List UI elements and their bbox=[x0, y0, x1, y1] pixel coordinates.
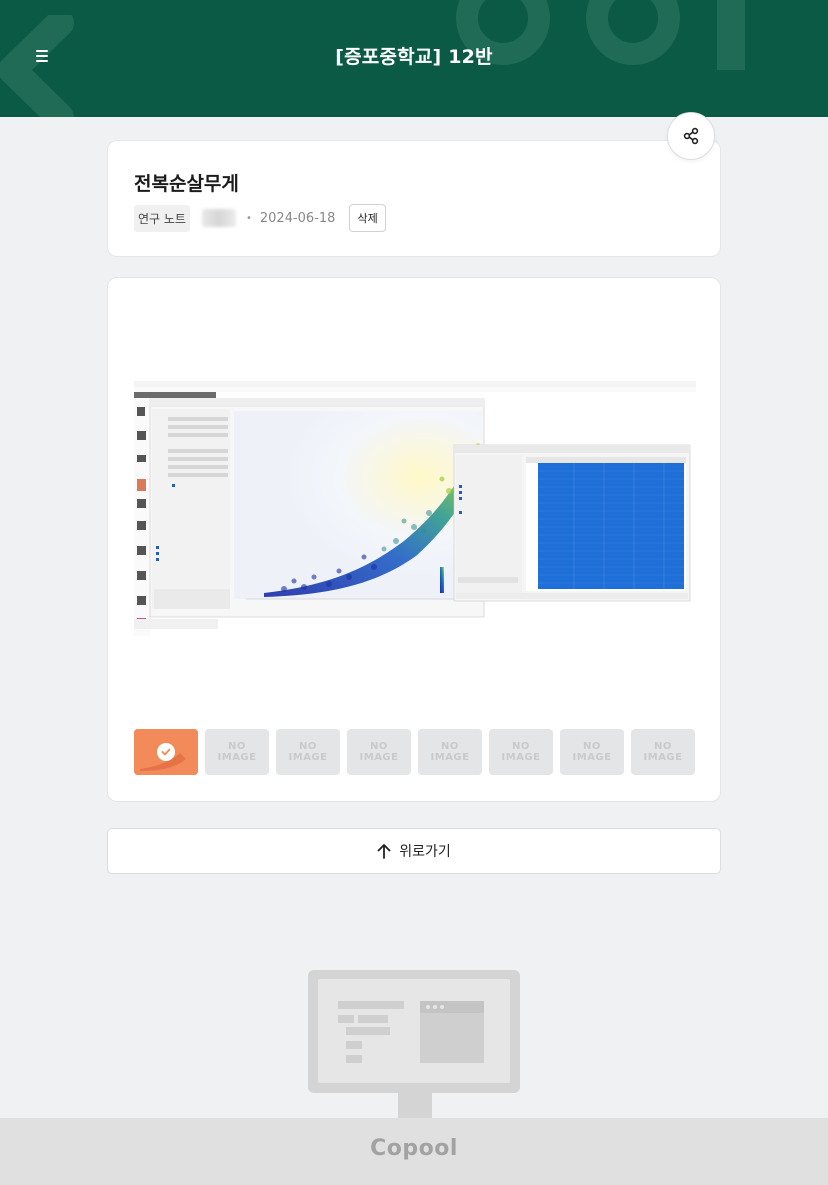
share-icon bbox=[683, 127, 699, 145]
thumbnail-strip: NO IMAGE NO IMAGE NO IMAGE NO IMAGE NO IMAGE … bbox=[134, 729, 695, 775]
no-image-label: NO IMAGE bbox=[359, 741, 399, 763]
thumbnail-empty[interactable]: NO IMAGE bbox=[418, 729, 482, 775]
checkmark-icon bbox=[157, 743, 175, 761]
category-tag: 연구 노트 bbox=[134, 204, 190, 232]
post-info-card: 전복순살무게 연구 노트 • 2024-06-18 삭제 bbox=[107, 140, 721, 257]
post-meta: 연구 노트 • 2024-06-18 삭제 bbox=[134, 204, 386, 232]
thumbnail-selected[interactable] bbox=[134, 729, 198, 775]
no-image-label: NO IMAGE bbox=[217, 741, 257, 763]
post-title: 전복순살무게 bbox=[134, 173, 239, 195]
post-date: 2024-06-18 bbox=[259, 210, 336, 226]
author-name-blurred bbox=[201, 209, 236, 227]
main-image[interactable] bbox=[134, 381, 696, 641]
footer-brand: Copool bbox=[370, 1136, 458, 1161]
page-title: [증포중학교] 12반 bbox=[335, 46, 493, 68]
computer-illustration bbox=[308, 970, 520, 1135]
thumbnail-empty[interactable]: NO IMAGE bbox=[489, 729, 553, 775]
thumbnail-empty[interactable]: NO IMAGE bbox=[631, 729, 695, 775]
delete-button[interactable]: 삭제 bbox=[349, 204, 386, 232]
thumbnail-empty[interactable]: NO IMAGE bbox=[205, 729, 269, 775]
thumbnail-empty[interactable]: NO IMAGE bbox=[347, 729, 411, 775]
no-image-label: NO IMAGE bbox=[572, 741, 612, 763]
thumbnail-empty[interactable]: NO IMAGE bbox=[276, 729, 340, 775]
scroll-to-top-button[interactable]: 위로가기 bbox=[107, 828, 721, 874]
no-image-label: NO IMAGE bbox=[430, 741, 470, 763]
scroll-to-top-label: 위로가기 bbox=[399, 844, 451, 860]
no-image-label: NO IMAGE bbox=[643, 741, 683, 763]
share-button[interactable] bbox=[667, 112, 715, 160]
arrow-up-icon bbox=[377, 844, 391, 859]
no-image-label: NO IMAGE bbox=[501, 741, 541, 763]
thumbnail-empty[interactable]: NO IMAGE bbox=[560, 729, 624, 775]
meta-separator: • bbox=[245, 212, 252, 224]
app-header: [증포중학교] 12반 bbox=[0, 0, 828, 117]
no-image-label: NO IMAGE bbox=[288, 741, 328, 763]
image-viewer-card: NO IMAGE NO IMAGE NO IMAGE NO IMAGE NO IMAGE … bbox=[107, 277, 721, 802]
